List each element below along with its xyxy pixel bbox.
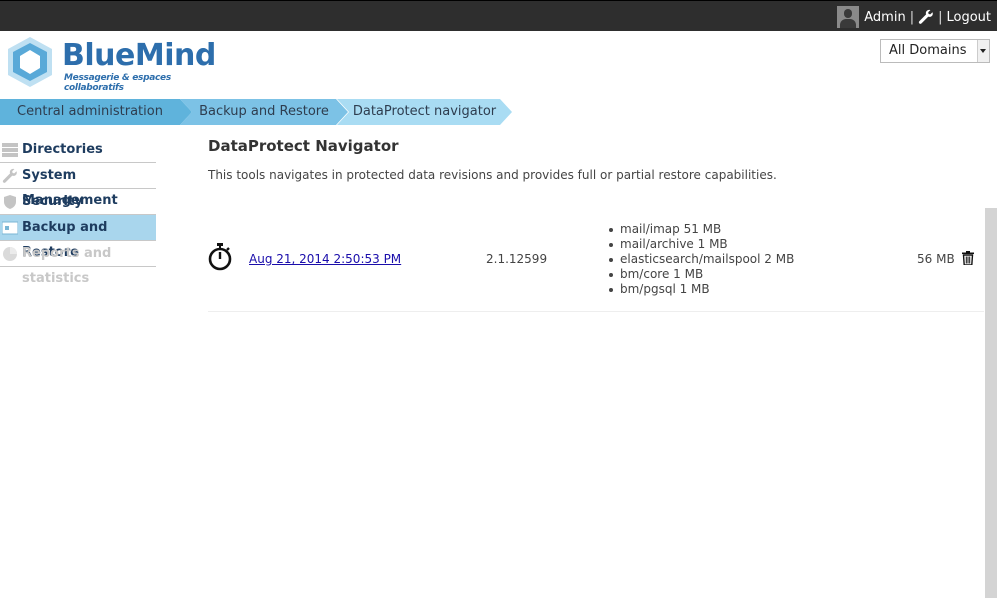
- sidebar-item-reports-and-statistics[interactable]: Reports and statistics: [0, 241, 156, 286]
- logo-hexagon-icon: [8, 37, 52, 87]
- vertical-scrollbar[interactable]: [985, 208, 997, 598]
- sidebar-item-label: Directories: [22, 142, 103, 157]
- breadcrumb-dataprotect-navigator[interactable]: DataProtect navigator: [337, 99, 512, 125]
- breadcrumb-label: DataProtect navigator: [352, 104, 497, 119]
- breadcrumb-backup-and-restore[interactable]: Backup and Restore: [180, 99, 348, 125]
- breadcrumb-label: Backup and Restore: [199, 104, 329, 119]
- backup-date-link[interactable]: Aug 21, 2014 2:50:53 PM: [249, 252, 401, 266]
- list-item: mail/archive 1 MB: [608, 237, 794, 252]
- page-title: DataProtect Navigator: [208, 137, 399, 155]
- user-area: Admin | | Logout: [837, 6, 991, 28]
- list-item: bm/core 1 MB: [608, 267, 794, 282]
- sidebar-item-backup-and-restore[interactable]: Backup and Restore: [0, 215, 156, 260]
- directory-icon: [2, 143, 18, 157]
- backup-parts-list: mail/imap 51 MB mail/archive 1 MB elasti…: [608, 222, 794, 297]
- chart-icon: [3, 247, 17, 261]
- brand-name: BlueMind: [62, 38, 216, 73]
- sidebar-item-directories[interactable]: Directories: [0, 137, 156, 163]
- domain-select-value: All Domains: [889, 43, 967, 58]
- avatar: [837, 6, 860, 28]
- wrench-icon[interactable]: [918, 9, 934, 25]
- stopwatch-icon: [208, 243, 232, 271]
- backup-size: 56 MB: [917, 252, 955, 266]
- bluemind-logo[interactable]: BlueMind Messagerie & espaces collaborat…: [2, 35, 216, 93]
- backup-icon: [2, 221, 18, 235]
- table-row: Aug 21, 2014 2:50:53 PM 2.1.12599 mail/i…: [208, 218, 984, 312]
- chevron-down-icon[interactable]: [977, 40, 989, 62]
- list-item: elasticsearch/mailspool 2 MB: [608, 252, 794, 267]
- breadcrumb-central-administration[interactable]: Central administration: [0, 99, 192, 125]
- top-bar: Admin | | Logout: [0, 0, 997, 31]
- separator: |: [938, 9, 943, 25]
- backup-version: 2.1.12599: [486, 252, 548, 266]
- page-description: This tools navigates in protected data r…: [208, 168, 777, 182]
- breadcrumb-label: Central administration: [17, 104, 163, 119]
- username[interactable]: Admin: [864, 10, 905, 25]
- sidebar-item-label: Reports and statistics: [22, 246, 112, 286]
- sidebar-item-label: Security: [22, 194, 83, 209]
- sidebar: Directories System Management Security B…: [0, 137, 156, 286]
- sidebar-item-system-management[interactable]: System Management: [0, 163, 156, 208]
- list-item: mail/imap 51 MB: [608, 222, 794, 237]
- wrench-icon: [2, 168, 17, 183]
- separator: |: [909, 9, 915, 25]
- brand-tagline: Messagerie & espaces collaboratifs: [64, 73, 171, 93]
- trash-icon[interactable]: [962, 251, 974, 265]
- sidebar-item-security[interactable]: Security: [0, 189, 156, 215]
- shield-icon: [4, 195, 16, 209]
- domain-select[interactable]: All Domains: [880, 39, 990, 63]
- logout-link[interactable]: Logout: [946, 10, 991, 25]
- list-item: bm/pgsql 1 MB: [608, 282, 794, 297]
